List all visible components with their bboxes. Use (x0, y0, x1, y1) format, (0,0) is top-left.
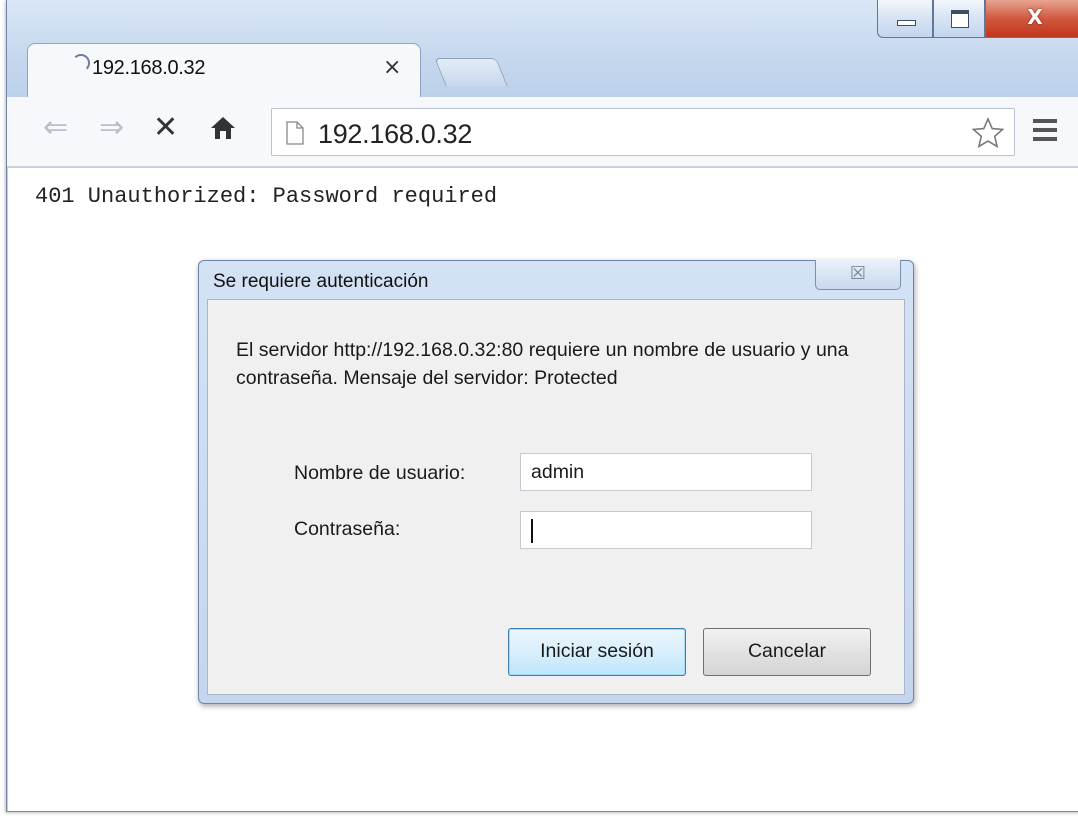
username-field[interactable]: admin (520, 453, 812, 491)
username-label: Nombre de usuario: (294, 462, 466, 484)
auth-dialog: Se requiere autenticación ☒ El servidor … (198, 260, 914, 704)
home-icon[interactable] (209, 114, 237, 152)
window-close-button[interactable]: X (985, 0, 1078, 38)
address-text: 192.168.0.32 (318, 119, 473, 149)
browser-window: X 192.168.0.32 × ⇐ ⇒ ✕ 192.168.0.32 401 … (6, 0, 1078, 812)
bookmark-star-icon[interactable] (971, 117, 1005, 154)
browser-toolbar: ⇐ ⇒ ✕ 192.168.0.32 (7, 97, 1078, 167)
close-icon: X (1027, 5, 1043, 29)
tab-close-icon[interactable]: × (383, 55, 401, 80)
browser-tab[interactable]: 192.168.0.32 × (27, 43, 421, 97)
minimize-button[interactable] (877, 0, 933, 38)
page-icon (286, 121, 304, 150)
dialog-body: El servidor http://192.168.0.32:80 requi… (207, 299, 905, 695)
text-cursor (531, 519, 533, 543)
loading-spinner-icon (72, 54, 90, 72)
password-field[interactable] (520, 511, 812, 549)
error-message: 401 Unauthorized: Password required (35, 184, 498, 209)
menu-hamburger-icon[interactable] (1033, 119, 1057, 143)
close-icon: ☒ (849, 263, 867, 284)
dialog-message: El servidor http://192.168.0.32:80 requi… (236, 339, 849, 389)
forward-arrow-icon[interactable]: ⇒ (99, 113, 124, 143)
dialog-close-button[interactable]: ☒ (815, 260, 901, 290)
page-content: 401 Unauthorized: Password required Se r… (8, 168, 1078, 811)
dialog-title: Se requiere autenticación (213, 271, 429, 292)
new-tab-button[interactable] (434, 58, 508, 86)
tab-title: 192.168.0.32 (92, 57, 206, 79)
address-bar[interactable]: 192.168.0.32 (271, 108, 1015, 156)
login-button[interactable]: Iniciar sesión (508, 628, 686, 676)
stop-icon[interactable]: ✕ (153, 113, 178, 143)
cancel-button[interactable]: Cancelar (703, 628, 871, 676)
back-arrow-icon[interactable]: ⇐ (43, 113, 68, 143)
password-label: Contraseña: (294, 518, 401, 540)
maximize-button[interactable] (933, 0, 985, 38)
